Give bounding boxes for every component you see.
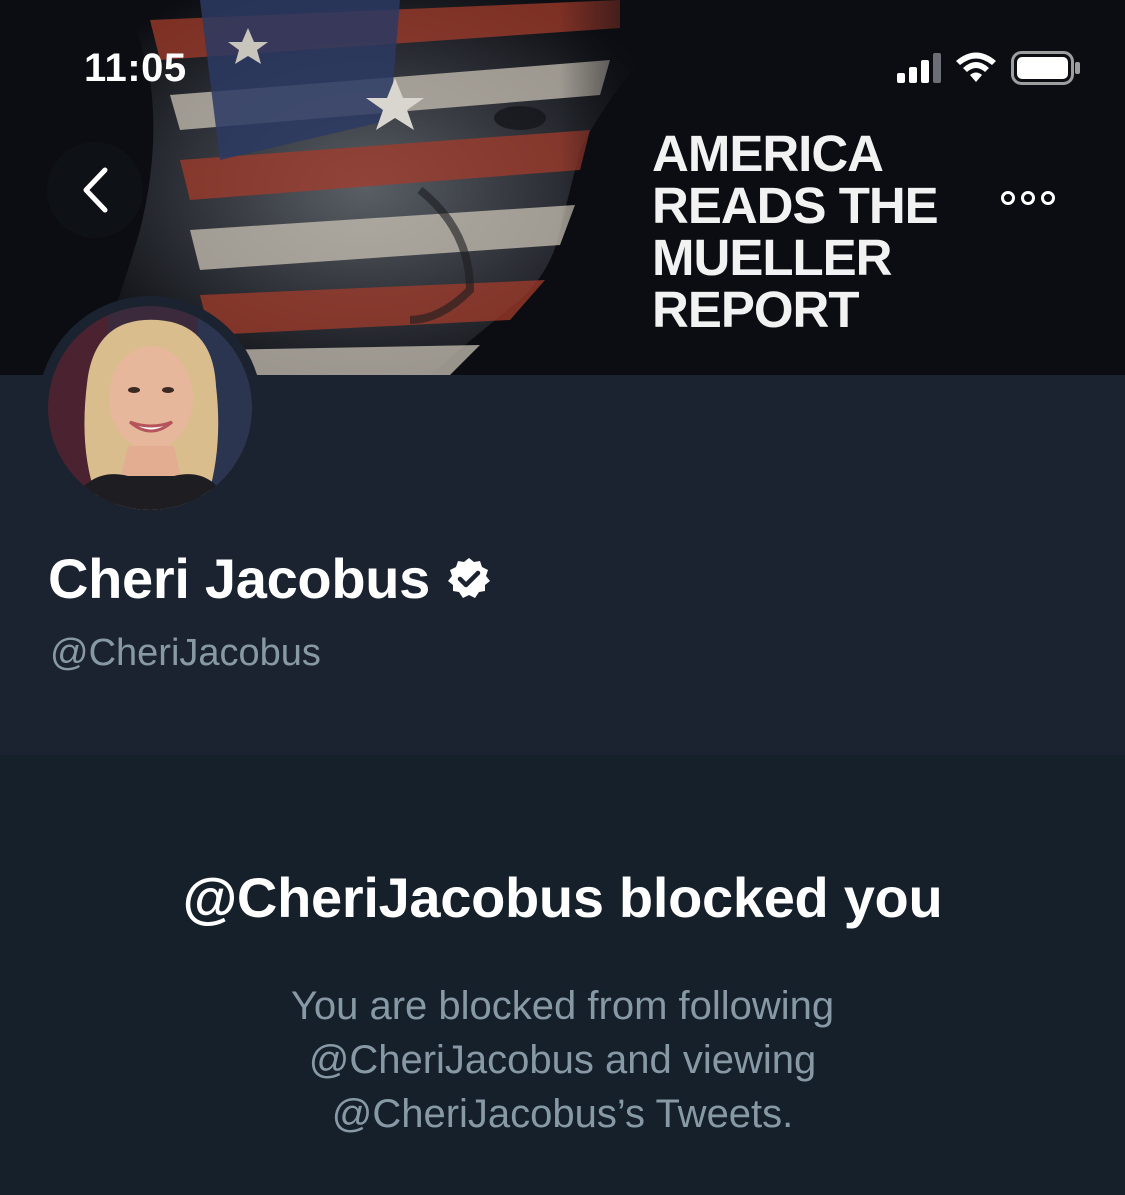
more-button[interactable]: [986, 160, 1070, 236]
status-icons: [897, 50, 1081, 86]
more-icon: [1001, 191, 1055, 205]
signal-icon: [897, 53, 941, 83]
name-row: Cheri Jacobus: [48, 546, 492, 611]
back-button[interactable]: [47, 142, 143, 238]
profile-screen: AMERICA READS THE MUELLER REPORT 11:05 C…: [0, 0, 1125, 1195]
banner-headline-line: AMERICA: [652, 125, 884, 182]
chevron-left-icon: [83, 167, 108, 213]
avatar-frame[interactable]: [38, 296, 262, 520]
banner-headline-line: MUELLER: [652, 229, 892, 286]
blocked-notice: @CheriJacobus blocked you You are blocke…: [0, 755, 1125, 1195]
banner-headline: AMERICA READS THE MUELLER REPORT: [652, 125, 939, 338]
blocked-description: You are blocked from following @CheriJac…: [290, 984, 835, 1136]
display-name: Cheri Jacobus: [48, 547, 431, 610]
battery-icon: [1011, 51, 1080, 85]
verified-badge-icon: [448, 557, 491, 598]
profile-handle: @CheriJacobus: [50, 632, 321, 674]
avatar[interactable]: [48, 306, 252, 510]
wifi-icon: [956, 52, 996, 82]
banner-headline-line: READS THE: [652, 177, 939, 234]
blocked-title: @CheriJacobus blocked you: [182, 866, 943, 929]
banner-headline-line: REPORT: [652, 281, 860, 338]
status-time: 11:05: [84, 46, 187, 90]
